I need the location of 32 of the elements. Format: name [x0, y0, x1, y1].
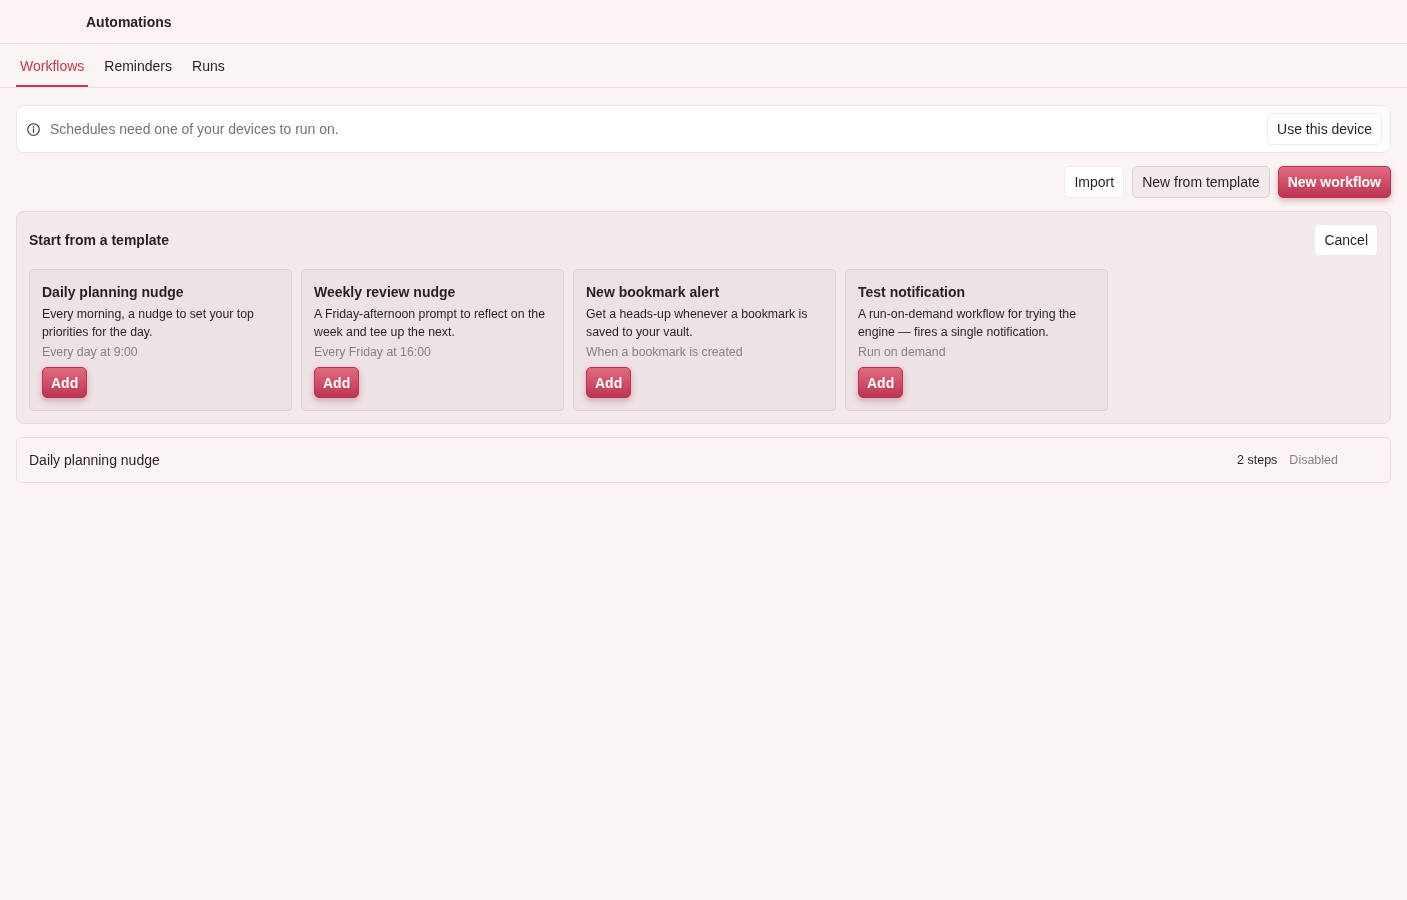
template-description: A run-on-demand workflow for trying the engine — fires a single notification. — [858, 306, 1078, 341]
add-button[interactable]: Add — [858, 367, 904, 398]
template-schedule: When a bookmark is created — [586, 345, 743, 359]
workflow-name: Daily planning nudge — [29, 452, 161, 468]
action-button[interactable]: Import — [1064, 166, 1125, 198]
step-count: 2 steps — [1237, 453, 1278, 467]
template-description: A Friday-afternoon prompt to reflect on the week and tee up the next. — [314, 306, 547, 341]
template-schedule: Run on demand — [858, 345, 946, 359]
add-button[interactable]: Add — [314, 367, 360, 398]
tab[interactable]: Runs — [188, 44, 229, 87]
panel-title: Start from a template — [29, 232, 170, 248]
notice-text: Schedules need one of your devices to run on. — [50, 121, 340, 137]
add-button[interactable]: Add — [586, 367, 632, 398]
workflow-status: Disabled — [1289, 453, 1338, 467]
action-button[interactable]: New workflow — [1277, 166, 1391, 198]
use-device-button[interactable]: Use this device — [1267, 113, 1382, 145]
template-schedule: Every Friday at 16:00 — [314, 345, 431, 359]
template-description: Get a heads-up whenever a bookmark is saved to your vault. — [586, 306, 809, 341]
cancel-button[interactable]: Cancel — [1314, 224, 1378, 256]
template-title: New bookmark alert — [586, 284, 720, 300]
page-title: Automations — [86, 13, 172, 30]
template-schedule: Every day at 9:00 — [42, 345, 138, 359]
template-description: Every morning, a nudge to set your top priorities for the day. — [42, 306, 255, 341]
tab[interactable]: Workflows — [16, 44, 89, 87]
template-title: Weekly review nudge — [314, 284, 456, 300]
add-button[interactable]: Add — [42, 367, 88, 398]
workflow-row[interactable]: Daily planning nudge 2 steps Disabled — [16, 437, 1391, 483]
info-icon — [27, 122, 40, 136]
template-title: Daily planning nudge — [42, 284, 184, 300]
tab[interactable]: Reminders — [100, 44, 176, 87]
template-title: Test notification — [858, 284, 966, 300]
action-button[interactable]: New from template — [1132, 166, 1270, 198]
